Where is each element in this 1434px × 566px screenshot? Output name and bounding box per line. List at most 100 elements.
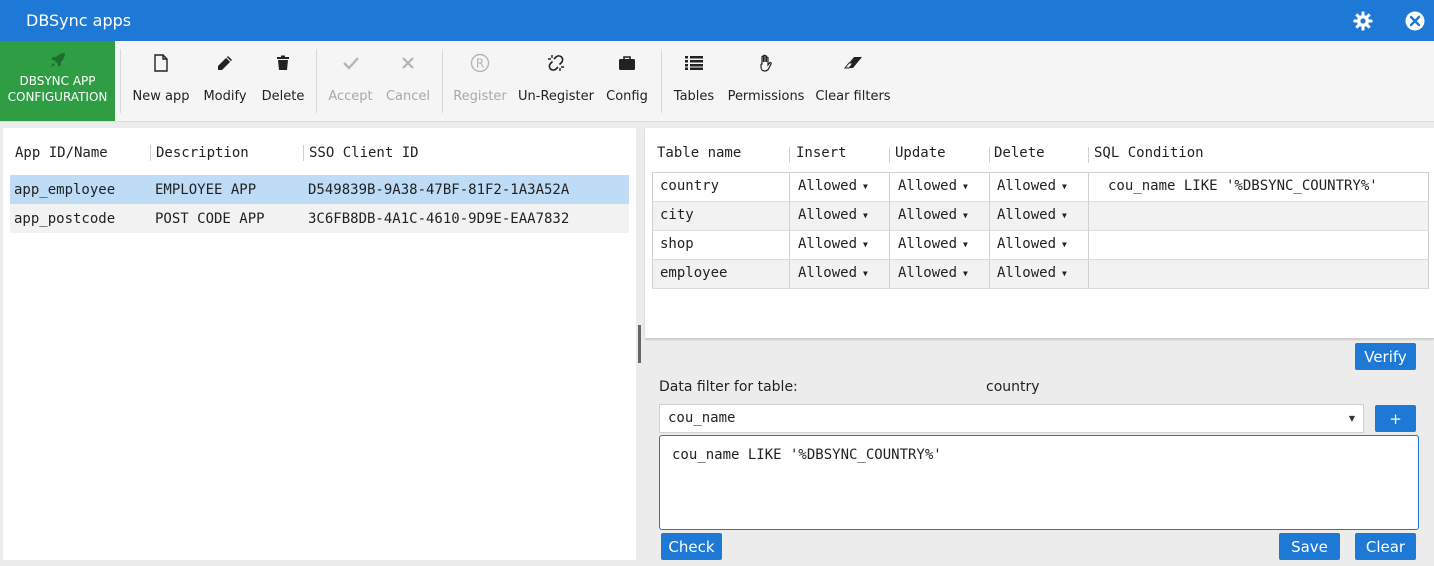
description-cell: EMPLOYEE APP bbox=[155, 182, 257, 198]
app-config-button[interactable]: DBSYNC APP CONFIGURATION bbox=[0, 41, 115, 121]
unlink-icon bbox=[547, 43, 565, 83]
sso-client-id-cell: 3C6FB8DB-4A1C-4610-9D9E-EAA7832 bbox=[308, 211, 570, 227]
table-name-cell: shop bbox=[660, 236, 694, 252]
rocket-icon bbox=[49, 51, 67, 73]
close-icon[interactable] bbox=[1403, 9, 1427, 33]
config-button[interactable]: Config bbox=[605, 41, 649, 121]
insert-dropdown[interactable]: Allowed ▼ bbox=[798, 207, 868, 223]
data-filter-label: Data filter for table: bbox=[659, 379, 798, 395]
toolbar-divider bbox=[661, 49, 662, 113]
apps-panel: App ID/Name Description SSO Client ID ap… bbox=[3, 128, 636, 560]
check-button[interactable]: Check bbox=[661, 533, 722, 560]
caret-down-icon: ▼ bbox=[863, 210, 868, 220]
column-divider bbox=[303, 145, 304, 161]
delete-dropdown[interactable]: Allowed ▼ bbox=[997, 207, 1067, 223]
column-header-description[interactable]: Description bbox=[156, 145, 249, 161]
delete-button[interactable]: Delete bbox=[262, 41, 304, 121]
tables-button[interactable]: Tables bbox=[672, 41, 716, 121]
accept-button[interactable]: Accept bbox=[327, 41, 374, 121]
caret-down-icon: ▼ bbox=[963, 239, 968, 249]
table-name-cell: city bbox=[660, 207, 694, 223]
insert-dropdown[interactable]: Allowed ▼ bbox=[798, 178, 868, 194]
clear-filters-button[interactable]: Clear filters bbox=[815, 41, 891, 121]
caret-down-icon: ▼ bbox=[963, 181, 968, 191]
sso-client-id-cell: D549839B-9A38-47BF-81F2-1A3A52A bbox=[308, 182, 570, 198]
table-row[interactable]: employee Allowed ▼ Allowed ▼ Allowed ▼ bbox=[652, 260, 1429, 289]
insert-dropdown[interactable]: Allowed ▼ bbox=[798, 236, 868, 252]
modify-button[interactable]: Modify bbox=[201, 41, 249, 121]
cancel-label: Cancel bbox=[385, 89, 431, 104]
new-app-button[interactable]: New app bbox=[132, 41, 190, 121]
delete-dropdown[interactable]: Allowed ▼ bbox=[997, 236, 1067, 252]
delete-dropdown[interactable]: Allowed ▼ bbox=[997, 265, 1067, 281]
modify-label: Modify bbox=[203, 89, 247, 104]
delete-label: Delete bbox=[261, 89, 305, 104]
delete-dropdown[interactable]: Allowed ▼ bbox=[997, 178, 1067, 194]
caret-down-icon: ▼ bbox=[963, 268, 968, 278]
caret-down-icon: ▼ bbox=[1348, 414, 1355, 423]
column-select[interactable]: cou_name ▼ bbox=[659, 404, 1364, 433]
app-id-cell: app_postcode bbox=[14, 211, 116, 227]
sql-condition-cell: cou_name LIKE '%DBSYNC_COUNTRY%' bbox=[1108, 178, 1378, 194]
save-button[interactable]: Save bbox=[1279, 533, 1340, 560]
toolbar-divider bbox=[316, 49, 317, 113]
caret-down-icon: ▼ bbox=[1062, 210, 1067, 220]
svg-text:R: R bbox=[476, 57, 484, 71]
toolbar-divider bbox=[120, 49, 121, 113]
register-button[interactable]: R Register bbox=[453, 41, 507, 121]
window-title: DBSync apps bbox=[26, 11, 132, 30]
table-row[interactable]: app_postcode POST CODE APP 3C6FB8DB-4A1C… bbox=[10, 204, 629, 233]
accept-label: Accept bbox=[328, 89, 373, 104]
tables-grid: Table name Insert Update Delete SQL Cond… bbox=[652, 138, 1429, 289]
update-dropdown[interactable]: Allowed ▼ bbox=[898, 178, 968, 194]
filter-condition-textarea[interactable]: cou_name LIKE '%DBSYNC_COUNTRY%' bbox=[659, 435, 1419, 530]
hand-icon bbox=[758, 43, 774, 83]
column-header-update[interactable]: Update bbox=[895, 145, 946, 161]
clear-filters-label: Clear filters bbox=[815, 89, 891, 104]
table-row[interactable]: app_employee EMPLOYEE APP D549839B-9A38-… bbox=[10, 175, 629, 204]
column-header-sql-condition[interactable]: SQL Condition bbox=[1094, 145, 1204, 161]
cancel-button[interactable]: Cancel bbox=[386, 41, 430, 121]
panel-splitter[interactable] bbox=[638, 325, 641, 363]
column-divider bbox=[989, 147, 990, 163]
update-dropdown[interactable]: Allowed ▼ bbox=[898, 207, 968, 223]
table-name-cell: employee bbox=[660, 265, 728, 281]
pencil-icon bbox=[217, 43, 233, 83]
app-id-cell: app_employee bbox=[14, 182, 116, 198]
column-divider bbox=[789, 147, 790, 163]
table-row[interactable]: city Allowed ▼ Allowed ▼ Allowed ▼ bbox=[652, 202, 1429, 231]
unregister-button[interactable]: Un-Register bbox=[518, 41, 594, 121]
column-header-table-name[interactable]: Table name bbox=[657, 145, 741, 161]
caret-down-icon: ▼ bbox=[1062, 181, 1067, 191]
list-icon bbox=[685, 43, 703, 83]
column-header-delete[interactable]: Delete bbox=[994, 145, 1045, 161]
title-bar: DBSync apps bbox=[0, 0, 1434, 41]
column-header-sso-client-id[interactable]: SSO Client ID bbox=[309, 145, 419, 161]
column-divider bbox=[150, 145, 151, 161]
table-row[interactable]: country Allowed ▼ Allowed ▼ Allowed ▼ cou_n… bbox=[652, 173, 1429, 202]
add-column-button[interactable]: + bbox=[1375, 405, 1416, 432]
column-header-app-id[interactable]: App ID/Name bbox=[15, 145, 108, 161]
insert-dropdown[interactable]: Allowed ▼ bbox=[798, 265, 868, 281]
toolbar: DBSYNC APP CONFIGURATION New app Modify … bbox=[0, 41, 1434, 122]
checkmark-icon bbox=[342, 43, 359, 83]
gear-icon[interactable] bbox=[1351, 9, 1375, 33]
x-icon bbox=[402, 43, 414, 83]
caret-down-icon: ▼ bbox=[863, 239, 868, 249]
verify-button[interactable]: Verify bbox=[1355, 343, 1416, 370]
filter-table-name: country bbox=[986, 379, 1040, 395]
table-name-cell: country bbox=[660, 178, 720, 194]
toolbar-divider bbox=[442, 49, 443, 113]
permissions-label: Permissions bbox=[727, 89, 805, 104]
config-label: Config bbox=[606, 89, 648, 104]
update-dropdown[interactable]: Allowed ▼ bbox=[898, 236, 968, 252]
column-header-insert[interactable]: Insert bbox=[796, 145, 847, 161]
clear-button[interactable]: Clear bbox=[1355, 533, 1416, 560]
caret-down-icon: ▼ bbox=[863, 181, 868, 191]
caret-down-icon: ▼ bbox=[1062, 268, 1067, 278]
permissions-button[interactable]: Permissions bbox=[728, 41, 804, 121]
register-label: Register bbox=[453, 89, 507, 104]
tables-panel: Table name Insert Update Delete SQL Cond… bbox=[645, 128, 1434, 339]
table-row[interactable]: shop Allowed ▼ Allowed ▼ Allowed ▼ bbox=[652, 231, 1429, 260]
update-dropdown[interactable]: Allowed ▼ bbox=[898, 265, 968, 281]
